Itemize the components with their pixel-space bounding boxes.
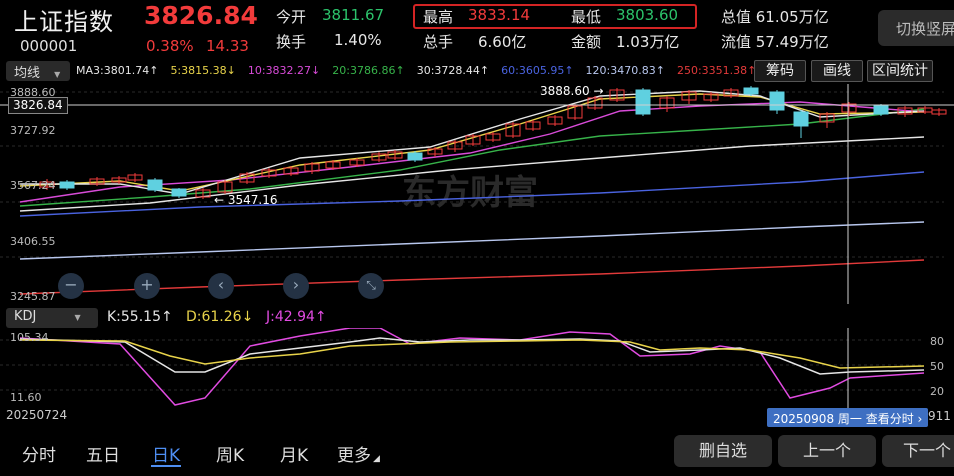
tab-week-k[interactable]: 周K <box>216 441 244 466</box>
candle-body-5 <box>147 179 163 191</box>
high-value: 3833.14 <box>468 6 531 24</box>
open-value: 3811.67 <box>322 6 385 24</box>
low-value: 3803.60 <box>616 6 679 24</box>
scroll-left-icon[interactable]: ‹ <box>208 273 234 299</box>
total-market-value: 总值 61.05万亿 <box>721 8 829 26</box>
kdj-ref-50: 50 <box>930 360 944 373</box>
ma-value-0: MA3:3801.74↑ <box>76 64 159 77</box>
end-date-partial: 911 <box>928 409 951 423</box>
crosshair-price-tag: 3826.84 <box>8 97 68 114</box>
index-title: 上证指数 <box>14 8 114 36</box>
candle-body-17 <box>407 152 423 161</box>
y-axis-2: 3727.92 <box>10 124 56 137</box>
range-stats-button[interactable]: 区间统计 <box>867 60 933 82</box>
candle-body-6 <box>171 188 187 197</box>
change-value: 14.33 <box>206 37 249 55</box>
candlestick-chart[interactable]: 东方财富 <box>0 84 954 304</box>
tab-more[interactable]: 更多 ◢ <box>337 441 380 466</box>
turnover-value: 1.40% <box>334 31 382 49</box>
kdj-chart[interactable] <box>0 328 954 408</box>
tab-day-k[interactable]: 日K <box>152 441 180 466</box>
amount-value: 1.03万亿 <box>616 33 680 51</box>
prev-button[interactable]: 上一个 <box>778 435 876 467</box>
ma-value-6: 120:3470.83↑ <box>585 64 665 77</box>
chevron-right-icon: › <box>917 412 923 426</box>
indicator-selector-label: KDJ <box>14 309 37 324</box>
kdj-line-2 <box>19 339 925 369</box>
min-price-annotation: ← 3547.16 <box>214 193 278 207</box>
kdj-d-value: D:61.26↓ <box>186 309 254 325</box>
ma-selector-label: 均线 <box>14 66 41 81</box>
high-label: 最高 <box>423 8 454 26</box>
start-date: 20250724 <box>6 408 68 422</box>
candle-body-38 <box>873 105 889 115</box>
change-percent: 0.38% <box>146 37 194 55</box>
ma-line-1 <box>19 221 925 260</box>
candle-body-34 <box>769 91 785 111</box>
open-label: 今开 <box>276 8 307 26</box>
y-axis-4: 3406.55 <box>10 235 56 248</box>
volume-label: 总手 <box>423 33 454 51</box>
scroll-right-icon[interactable]: › <box>283 273 309 299</box>
zoom-in-icon[interactable]: + <box>134 273 160 299</box>
ma-value-7: 250:3351.38↑ <box>676 64 757 77</box>
turnover-label: 换手 <box>276 33 307 51</box>
index-code: 000001 <box>20 37 78 55</box>
candle-body-33 <box>743 87 759 95</box>
chevron-down-icon: ▼ <box>54 70 61 79</box>
switch-portrait-button[interactable]: 切换竖屏 <box>878 10 954 46</box>
ma-value-1: 5:3815.38↓ <box>170 64 236 77</box>
watermark-text: 东方财富 <box>402 173 538 213</box>
kdj-k-value: K:55.15↑ <box>107 309 173 325</box>
ma-value-2: 10:3832.27↓ <box>247 64 321 77</box>
ma-value-5: 60:3605.95↑ <box>501 64 574 77</box>
ma-value-3: 20:3786.86↑ <box>332 64 405 77</box>
y-axis-3: 3567.24 <box>10 179 56 192</box>
active-tab-underline <box>151 465 181 467</box>
current-price: 3826.84 <box>144 1 258 30</box>
next-button[interactable]: 下一个 <box>882 435 954 467</box>
low-label: 最低 <box>571 8 602 26</box>
kdj-y-top: 105.34 <box>10 331 49 344</box>
ma-selector[interactable]: 均线 ▼ <box>6 61 70 81</box>
corner-arrow-icon: ◢ <box>373 454 380 464</box>
candle-body-35 <box>793 111 809 127</box>
zoom-out-icon[interactable]: − <box>58 273 84 299</box>
tab-intraday[interactable]: 分时 <box>22 441 56 466</box>
chip-distribution-button[interactable]: 筹码 <box>754 60 806 82</box>
ma-value-4: 30:3728.44↑ <box>416 64 490 77</box>
kdj-ref-80: 80 <box>930 335 944 348</box>
kdj-y-bottom: 11.60 <box>10 391 42 404</box>
y-axis-5: 3245.87 <box>10 290 56 303</box>
ma-values-row: MA3:3801.74↑ 5:3815.38↓ 10:3832.27↓ 20:3786… <box>76 64 768 77</box>
kdj-j-value: J:42.94↑ <box>266 309 327 325</box>
indicator-selector[interactable]: KDJ ▼ <box>6 308 98 328</box>
candle-body-28 <box>635 89 651 115</box>
chevron-down-icon: ▼ <box>74 313 81 322</box>
tab-five-day[interactable]: 五日 <box>86 441 120 466</box>
view-intraday-link[interactable]: 20250908 周一 查看分时 › <box>767 408 929 427</box>
candle-body-1 <box>59 181 75 189</box>
date-tip-text: 20250908 周一 查看分时 <box>773 412 914 426</box>
amount-label: 金额 <box>571 33 602 51</box>
max-price-annotation: 3888.60 → <box>540 84 604 98</box>
remove-watchlist-button[interactable]: 删自选 <box>674 435 772 467</box>
volume-value: 6.60亿 <box>478 33 527 51</box>
tab-more-label: 更多 <box>337 446 371 466</box>
float-market-value: 流值 57.49万亿 <box>721 33 829 51</box>
reset-zoom-icon[interactable]: ⤡ <box>358 273 384 299</box>
draw-line-button[interactable]: 画线 <box>811 60 863 82</box>
tab-month-k[interactable]: 月K <box>280 441 308 466</box>
kdj-ref-20: 20 <box>930 385 944 398</box>
